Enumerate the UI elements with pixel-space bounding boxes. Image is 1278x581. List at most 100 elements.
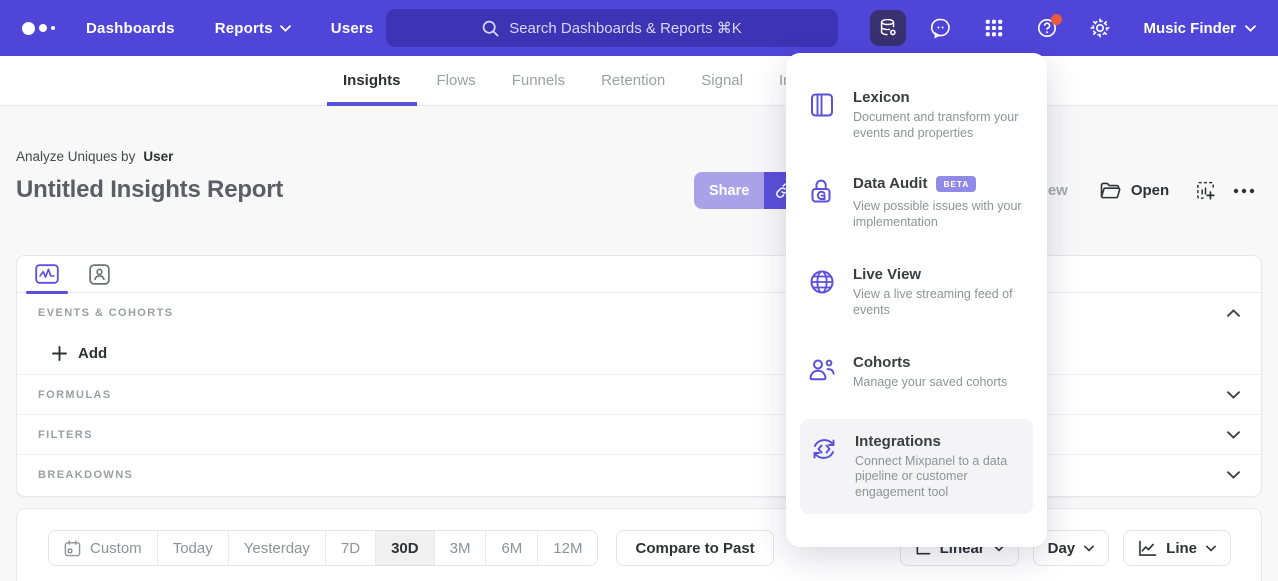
- menu-item-integrations[interactable]: Integrations Connect Mixpanel to a data …: [800, 419, 1033, 515]
- menu-item-data-audit[interactable]: Data Audit BETA View possible issues wit…: [798, 175, 1035, 230]
- range-today[interactable]: Today: [158, 531, 229, 565]
- chevron-down-icon: [1227, 431, 1240, 439]
- feedback-button[interactable]: [923, 10, 959, 46]
- section-events-cohorts[interactable]: EVENTS & COHORTS: [17, 293, 1261, 333]
- folder-icon: [1100, 182, 1121, 200]
- section-breakdowns[interactable]: BREAKDOWNS: [17, 454, 1261, 494]
- tab-label: Signal: [701, 72, 743, 89]
- project-selector[interactable]: Music Finder: [1143, 20, 1256, 37]
- analysis-subtitle: Analyze Uniques by User: [16, 149, 173, 164]
- range-12m[interactable]: 12M: [538, 531, 597, 565]
- range-30d[interactable]: 30D: [376, 531, 435, 565]
- events-view-tab[interactable]: [30, 256, 64, 293]
- profiles-view-tab[interactable]: [84, 256, 115, 293]
- add-to-dashboard-icon: [1195, 180, 1216, 201]
- section-label: FILTERS: [38, 429, 93, 441]
- subtitle-prefix: Analyze Uniques by: [16, 149, 135, 164]
- menu-item-title: Live View: [853, 266, 921, 283]
- nav-item-label: Users: [331, 20, 374, 37]
- chevron-down-icon: [1245, 25, 1256, 32]
- add-event-button[interactable]: Add: [52, 345, 107, 362]
- menu-item-cohorts[interactable]: Cohorts Manage your saved cohorts: [798, 354, 1035, 391]
- menu-item-title: Data Audit: [853, 175, 927, 192]
- tab-label: Insights: [343, 72, 401, 89]
- chart-controls-panel: Custom Today Yesterday 7D 30D 3M 6M 12M …: [16, 508, 1262, 581]
- open-label: Open: [1131, 182, 1169, 199]
- tab-label: Flows: [437, 72, 476, 89]
- range-7d[interactable]: 7D: [326, 531, 376, 565]
- chevron-down-icon: [1206, 545, 1216, 552]
- menu-item-title: Integrations: [855, 433, 941, 450]
- range-label: Custom: [90, 540, 142, 557]
- menu-item-lexicon[interactable]: Lexicon Document and transform your even…: [798, 89, 1035, 141]
- chart-type-dropdown[interactable]: Line: [1123, 530, 1231, 566]
- chevron-down-icon: [280, 25, 291, 32]
- profile-icon: [89, 264, 110, 285]
- search-icon: [482, 20, 499, 37]
- range-label: Yesterday: [244, 540, 310, 557]
- section-filters[interactable]: FILTERS: [17, 414, 1261, 454]
- interval-label: Day: [1048, 540, 1076, 557]
- date-range-group: Custom Today Yesterday 7D 30D 3M 6M 12M: [48, 530, 598, 566]
- section-label: FORMULAS: [38, 389, 112, 401]
- lexicon-book-icon: [808, 91, 836, 119]
- tab-insights[interactable]: Insights: [325, 56, 419, 105]
- share-button[interactable]: Share: [694, 172, 764, 209]
- section-label: EVENTS & COHORTS: [38, 307, 173, 319]
- builder-view-tabs: [17, 256, 1261, 293]
- compare-to-past-button[interactable]: Compare to Past: [616, 530, 773, 566]
- nav-item-reports[interactable]: Reports: [215, 20, 291, 37]
- chart-type-label: Line: [1166, 540, 1197, 557]
- tab-funnels[interactable]: Funnels: [494, 56, 583, 105]
- more-dots-icon: [1233, 188, 1255, 194]
- project-name: Music Finder: [1143, 20, 1236, 37]
- menu-item-live-view[interactable]: Live View View a live streaming feed of …: [798, 266, 1035, 318]
- page-title[interactable]: Untitled Insights Report: [16, 176, 283, 204]
- data-management-popup: Lexicon Document and transform your even…: [786, 53, 1047, 547]
- feedback-bubble-icon: [929, 16, 953, 40]
- insights-chart-icon: [35, 264, 59, 284]
- top-nav: Dashboards Reports Users Search Dashboar…: [0, 0, 1278, 56]
- chevron-down-icon: [1084, 545, 1094, 552]
- events-add-row: Add: [17, 333, 1261, 374]
- header-actions: New Open: [1016, 172, 1255, 209]
- range-label: 6M: [501, 540, 522, 557]
- section-label: BREAKDOWNS: [38, 469, 133, 481]
- nav-item-dashboards[interactable]: Dashboards: [86, 20, 175, 37]
- nav-item-users[interactable]: Users: [331, 20, 374, 37]
- range-label: 3M: [450, 540, 471, 557]
- apps-grid-button[interactable]: [976, 10, 1012, 46]
- search-placeholder: Search Dashboards & Reports ⌘K: [509, 19, 742, 37]
- help-button[interactable]: [1029, 10, 1065, 46]
- subtitle-value[interactable]: User: [143, 149, 173, 164]
- tab-flows[interactable]: Flows: [419, 56, 494, 105]
- section-formulas[interactable]: FORMULAS: [17, 374, 1261, 414]
- open-report-button[interactable]: Open: [1100, 182, 1169, 200]
- menu-item-title: Lexicon: [853, 89, 910, 106]
- nav-item-label: Reports: [215, 20, 273, 37]
- range-3m[interactable]: 3M: [435, 531, 487, 565]
- menu-item-desc: Connect Mixpanel to a data pipeline or c…: [855, 454, 1027, 501]
- menu-item-desc: View a live streaming feed of events: [853, 287, 1031, 318]
- range-label: 30D: [391, 540, 419, 557]
- mixpanel-logo[interactable]: [22, 22, 68, 35]
- search-input[interactable]: Search Dashboards & Reports ⌘K: [386, 9, 838, 47]
- integrations-sync-icon: [810, 435, 838, 463]
- range-custom[interactable]: Custom: [49, 531, 158, 565]
- add-to-dashboard-button[interactable]: [1195, 180, 1216, 201]
- tab-label: Retention: [601, 72, 665, 89]
- data-management-button[interactable]: [870, 10, 906, 46]
- chevron-up-icon: [1227, 309, 1240, 317]
- range-yesterday[interactable]: Yesterday: [229, 531, 326, 565]
- tab-signal[interactable]: Signal: [683, 56, 761, 105]
- chevron-down-icon: [1227, 471, 1240, 479]
- more-options-button[interactable]: [1233, 188, 1255, 194]
- settings-button[interactable]: [1082, 10, 1118, 46]
- cohorts-people-icon: [808, 356, 836, 382]
- notification-dot: [1051, 14, 1062, 25]
- tab-retention[interactable]: Retention: [583, 56, 683, 105]
- beta-badge: BETA: [936, 176, 976, 192]
- menu-item-desc: View possible issues with your implement…: [853, 199, 1031, 230]
- add-label: Add: [78, 345, 107, 362]
- range-6m[interactable]: 6M: [486, 531, 538, 565]
